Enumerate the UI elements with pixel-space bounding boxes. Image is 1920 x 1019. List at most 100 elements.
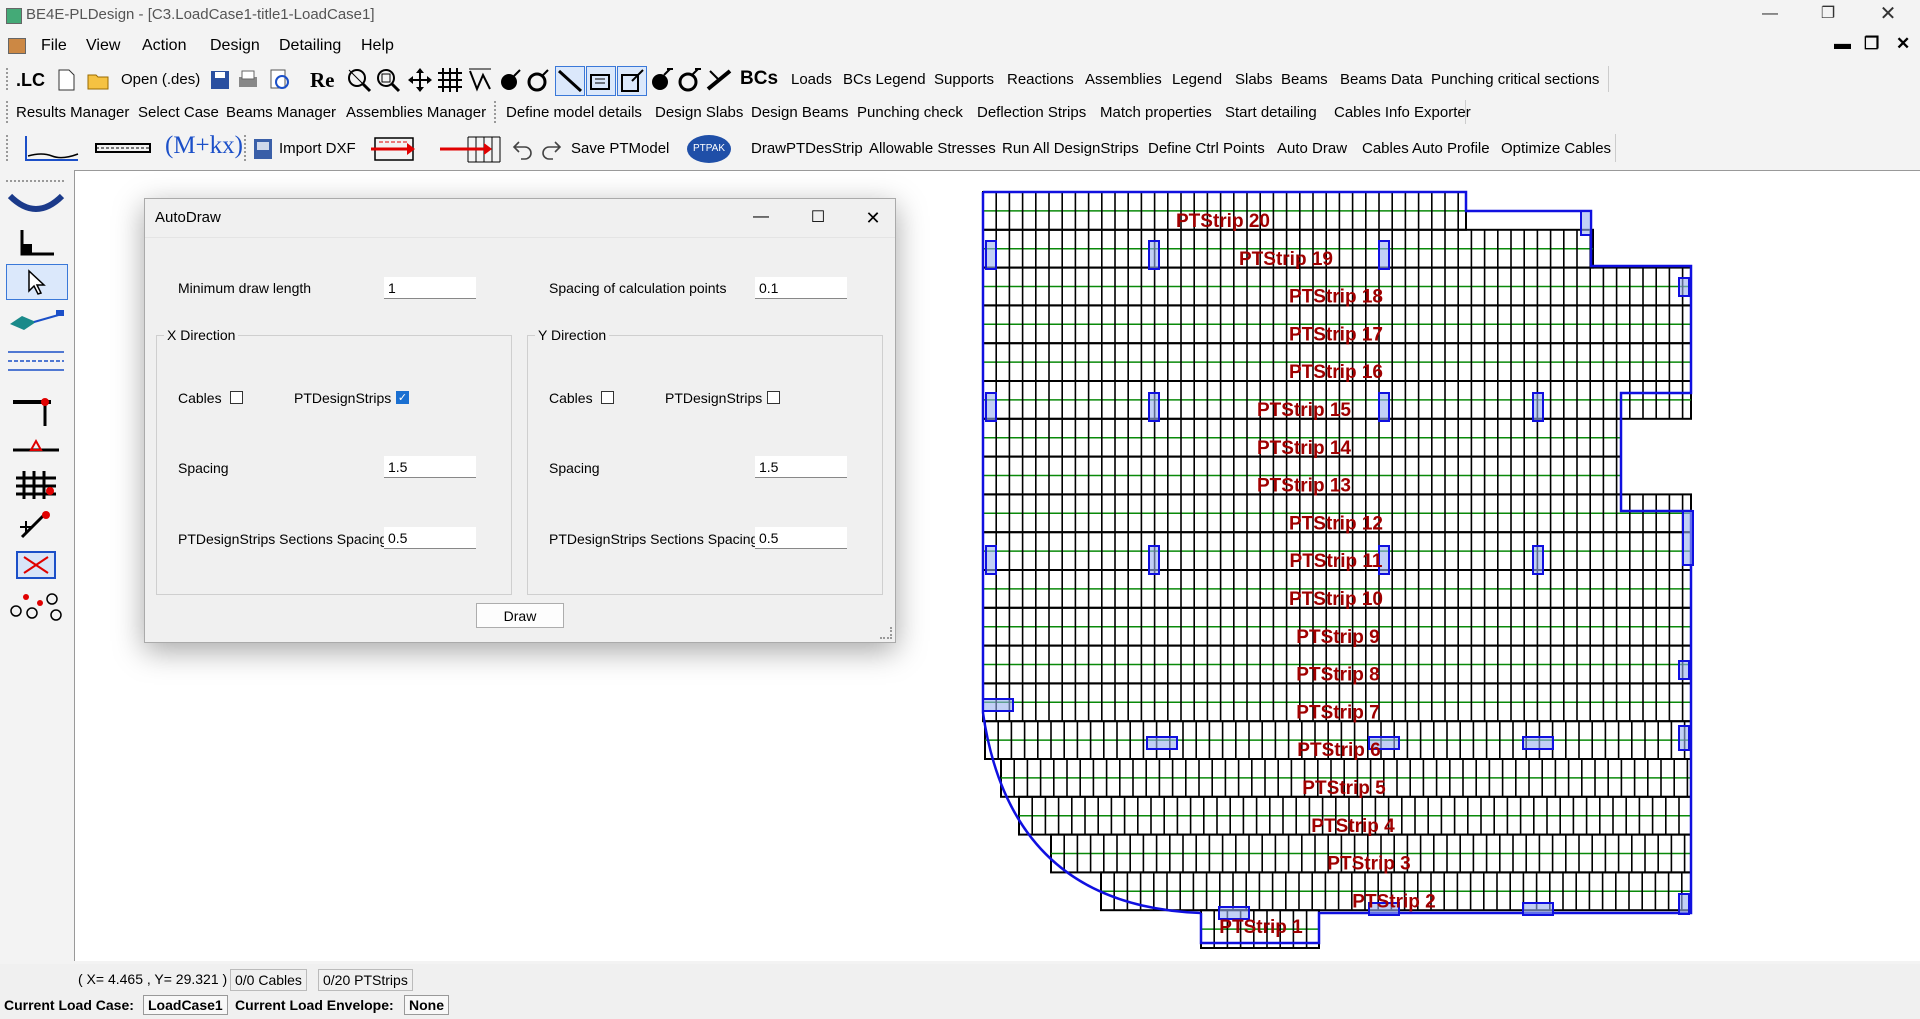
close-icon[interactable]: ✕ [1860, 0, 1916, 30]
bcs-button[interactable]: BCs [740, 68, 778, 90]
open-folder-icon[interactable] [86, 68, 112, 92]
tendon-profile-tool[interactable] [6, 186, 66, 220]
mdi-minimize-icon[interactable]: ▬ [1834, 34, 1851, 54]
open-des-button[interactable]: Open (.des) [121, 71, 200, 88]
menu-view[interactable]: View [86, 37, 120, 55]
nodes-tool[interactable] [6, 588, 66, 622]
assemblies-button[interactable]: Assemblies [1085, 71, 1162, 88]
profile-curve-icon[interactable] [22, 132, 82, 166]
y-cables-checkbox[interactable] [601, 391, 614, 404]
moment-formula-button[interactable]: (M+kx) [165, 132, 243, 160]
cables-info-exporter-button[interactable]: Cables Info Exporter [1334, 104, 1471, 121]
save-icon[interactable] [209, 69, 231, 91]
draw-ptdesstrip-button[interactable]: DrawPTDesStrip [751, 140, 863, 157]
menu-help[interactable]: Help [361, 37, 394, 55]
start-detailing-button[interactable]: Start detailing [1225, 104, 1317, 121]
zoom-extents-icon[interactable] [346, 67, 372, 93]
lc-button[interactable]: .LC [16, 70, 45, 91]
rect-select-tool[interactable] [586, 66, 616, 96]
select-case-button[interactable]: Select Case [138, 104, 219, 121]
minimize-icon[interactable]: — [1742, 0, 1798, 30]
section-icon[interactable] [94, 138, 152, 160]
beam-tool-icon[interactable] [706, 67, 732, 93]
current-load-envelope-value[interactable]: None [404, 995, 449, 1015]
corner-tool[interactable] [6, 226, 66, 260]
punching-critical-sections-button[interactable]: Punching critical sections [1431, 71, 1599, 88]
dialog-close-icon[interactable]: ✕ [851, 201, 895, 237]
results-manager-button[interactable]: Results Manager [16, 104, 129, 121]
select-pointer-tool[interactable] [6, 264, 68, 300]
beams-data-button[interactable]: Beams Data [1340, 71, 1423, 88]
edit-region-tool[interactable] [617, 66, 647, 96]
menu-file[interactable]: File [41, 37, 67, 55]
menu-design[interactable]: Design [210, 37, 260, 55]
allowable-stresses-button[interactable]: Allowable Stresses [869, 140, 996, 157]
y-spacing-input[interactable] [755, 456, 847, 478]
x-strips-checkbox[interactable]: ✓ [396, 391, 409, 404]
design-beams-button[interactable]: Design Beams [751, 104, 849, 121]
ptpak-button[interactable]: PTPAK [687, 135, 731, 163]
match-properties-button[interactable]: Match properties [1100, 104, 1212, 121]
min-draw-length-input[interactable] [384, 277, 476, 299]
assemblies-manager-button[interactable]: Assemblies Manager [346, 104, 486, 121]
y-strips-checkbox[interactable] [767, 391, 780, 404]
opening-tool[interactable] [6, 548, 66, 582]
new-file-icon[interactable] [56, 68, 76, 92]
deflection-strips-button[interactable]: Deflection Strips [977, 104, 1086, 121]
bcs-legend-button[interactable]: BCs Legend [843, 71, 926, 88]
re-button[interactable]: Re [310, 68, 335, 93]
strips-tool[interactable] [6, 344, 66, 378]
undo-icon[interactable] [511, 138, 533, 160]
x-cables-checkbox[interactable] [230, 391, 243, 404]
strip-grid-arrow-icon[interactable] [438, 134, 504, 164]
dialog-minimize-icon[interactable]: — [739, 201, 783, 237]
draw-line-tool[interactable] [555, 66, 585, 96]
punching-check-button[interactable]: Punching check [857, 104, 963, 121]
optimize-cables-button[interactable]: Optimize Cables [1501, 140, 1611, 157]
define-ctrl-points-button[interactable]: Define Ctrl Points [1148, 140, 1265, 157]
legend-button[interactable]: Legend [1172, 71, 1222, 88]
support-tool[interactable] [6, 430, 66, 464]
redo-icon[interactable] [541, 138, 563, 160]
print-icon[interactable] [236, 69, 260, 91]
import-dxf-icon[interactable] [252, 137, 274, 161]
draw-button[interactable]: Draw [476, 603, 564, 628]
save-ptmodel-button[interactable]: Save PTModel [571, 140, 669, 157]
mdi-restore-icon[interactable]: ❐ [1864, 34, 1879, 54]
menu-action[interactable]: Action [142, 37, 186, 55]
loads-button[interactable]: Loads [791, 71, 832, 88]
beams-manager-button[interactable]: Beams Manager [226, 104, 336, 121]
spacing-calc-points-input[interactable] [755, 277, 847, 299]
x-sections-spacing-input[interactable] [384, 527, 476, 549]
slab-tool[interactable] [6, 304, 66, 338]
reactions-button[interactable]: Reactions [1007, 71, 1074, 88]
column-tool[interactable] [6, 394, 66, 428]
node-add-icon[interactable] [648, 67, 674, 93]
current-load-case-value[interactable]: LoadCase1 [143, 995, 228, 1015]
slabs-button[interactable]: Slabs [1235, 71, 1273, 88]
supports-button[interactable]: Supports [934, 71, 994, 88]
auto-draw-button[interactable]: Auto Draw [1277, 140, 1347, 157]
import-dxf-button[interactable]: Import DXF [279, 140, 356, 157]
strip-arrow-icon[interactable] [369, 134, 417, 164]
cables-auto-profile-button[interactable]: Cables Auto Profile [1362, 140, 1490, 157]
node-outline-icon[interactable] [525, 67, 551, 93]
design-slabs-button[interactable]: Design Slabs [655, 104, 743, 121]
resize-grip[interactable] [880, 627, 892, 639]
node-icon[interactable] [497, 67, 523, 93]
point-load-tool[interactable] [6, 508, 66, 542]
x-spacing-input[interactable] [384, 456, 476, 478]
dimension-icon[interactable] [467, 67, 493, 93]
print-preview-icon[interactable] [268, 68, 292, 92]
zoom-window-icon[interactable] [375, 67, 401, 93]
restore-icon[interactable]: ❐ [1800, 0, 1856, 30]
define-model-details-button[interactable]: Define model details [506, 104, 642, 121]
node-remove-icon[interactable] [676, 67, 702, 93]
pan-icon[interactable] [407, 67, 433, 93]
menu-detailing[interactable]: Detailing [279, 37, 341, 55]
mdi-close-icon[interactable]: ✕ [1896, 34, 1910, 54]
y-sections-spacing-input[interactable] [755, 527, 847, 549]
mesh-tool[interactable] [6, 468, 66, 502]
grid-icon[interactable] [437, 67, 463, 93]
beams-button[interactable]: Beams [1281, 71, 1328, 88]
